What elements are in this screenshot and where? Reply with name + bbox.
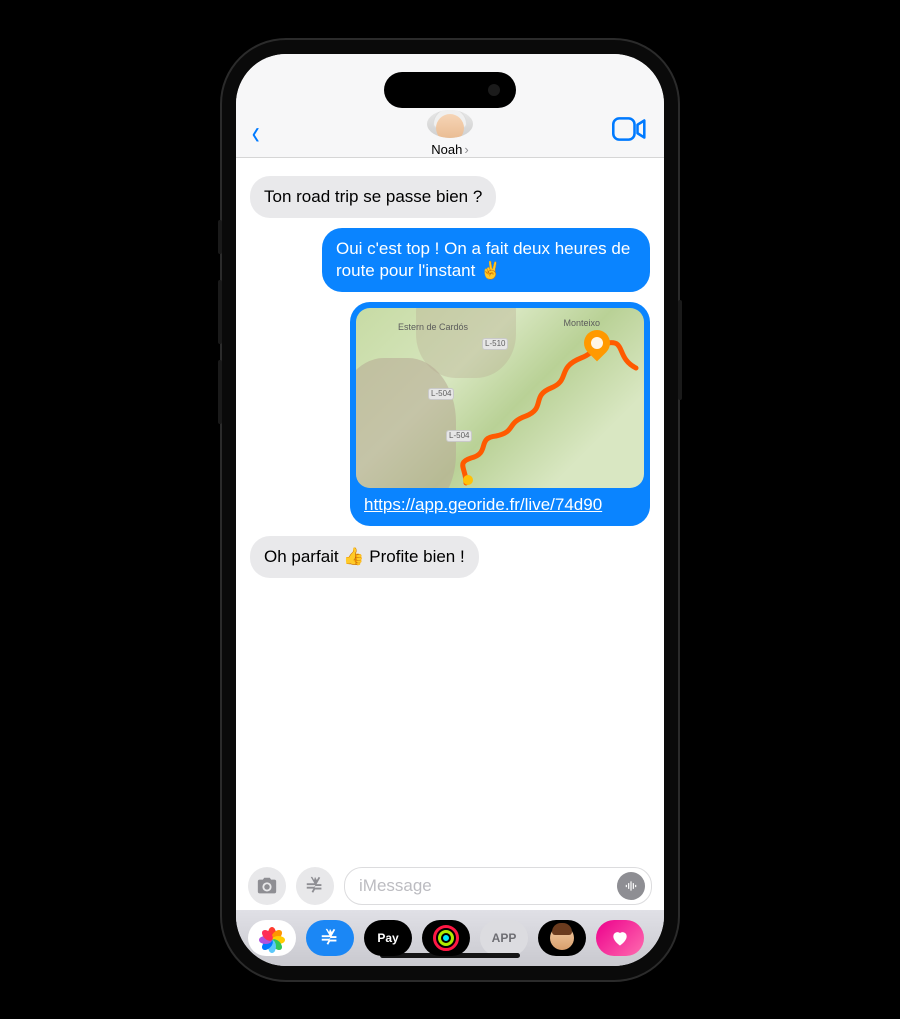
apple-pay-label: Pay — [377, 931, 398, 945]
message-bubble: Ton road trip se passe bien ? — [250, 176, 496, 218]
app-store-button[interactable] — [296, 867, 334, 905]
side-button-volume-up — [218, 280, 222, 344]
app-store[interactable] — [306, 920, 354, 956]
message-bubble: Oui c'est top ! On a fait deux heures de… — [322, 228, 650, 292]
app-apple-pay[interactable]: Pay — [364, 920, 412, 956]
heart-fingers-icon — [610, 928, 630, 948]
video-camera-icon — [612, 116, 646, 142]
message-input[interactable]: iMessage — [344, 867, 652, 905]
app-generic[interactable]: APP — [480, 920, 528, 956]
message-thread[interactable]: Ton road trip se passe bien ? Oui c'est … — [236, 158, 664, 862]
composer-bar: iMessage — [236, 862, 664, 910]
app-store-icon — [304, 875, 326, 897]
side-button-silence — [218, 220, 222, 254]
message-bubble-rich: Estern de Cardós Monteixo L-510 L-504 L-… — [350, 302, 650, 526]
contact-name-label: Noah — [431, 142, 462, 157]
message-outgoing-link[interactable]: Estern de Cardós Monteixo L-510 L-504 L-… — [250, 302, 650, 526]
message-incoming[interactable]: Oh parfait 👍 Profite bien ! — [250, 536, 650, 578]
generic-app-label: APP — [492, 931, 517, 945]
back-button[interactable]: ‹ — [252, 114, 260, 153]
iphone-device: ‹ Noah› Ton road trip se passe bien ? — [222, 40, 678, 980]
photos-icon — [261, 927, 283, 949]
camera-icon — [256, 875, 278, 897]
message-input-placeholder: iMessage — [359, 876, 432, 896]
activity-rings-icon — [433, 925, 459, 951]
dictation-button[interactable] — [617, 872, 645, 900]
message-outgoing[interactable]: Oui c'est top ! On a fait deux heures de… — [250, 228, 650, 292]
message-bubble: Oh parfait 👍 Profite bien ! — [250, 536, 479, 578]
chevron-right-icon: › — [464, 142, 468, 157]
contact-name[interactable]: Noah› — [431, 142, 468, 157]
app-fitness[interactable] — [422, 920, 470, 956]
app-store-a-icon — [319, 927, 341, 949]
app-photos[interactable] — [248, 920, 296, 956]
map-preview[interactable]: Estern de Cardós Monteixo L-510 L-504 L-… — [356, 308, 644, 488]
app-memoji[interactable] — [538, 920, 586, 956]
home-indicator[interactable] — [380, 953, 520, 958]
facetime-button[interactable] — [612, 116, 646, 142]
dynamic-island — [384, 72, 516, 108]
screen: ‹ Noah› Ton road trip se passe bien ? — [236, 54, 664, 966]
shared-link[interactable]: https://app.georide.fr/live/74d90 — [356, 488, 644, 520]
contact-avatar[interactable] — [427, 110, 473, 138]
side-button-volume-down — [218, 360, 222, 424]
audio-waveform-icon — [624, 879, 638, 893]
message-incoming[interactable]: Ton road trip se passe bien ? — [250, 176, 650, 218]
side-button-power — [678, 300, 682, 400]
camera-button[interactable] — [248, 867, 286, 905]
memoji-icon — [550, 926, 574, 950]
app-digital-touch[interactable] — [596, 920, 644, 956]
